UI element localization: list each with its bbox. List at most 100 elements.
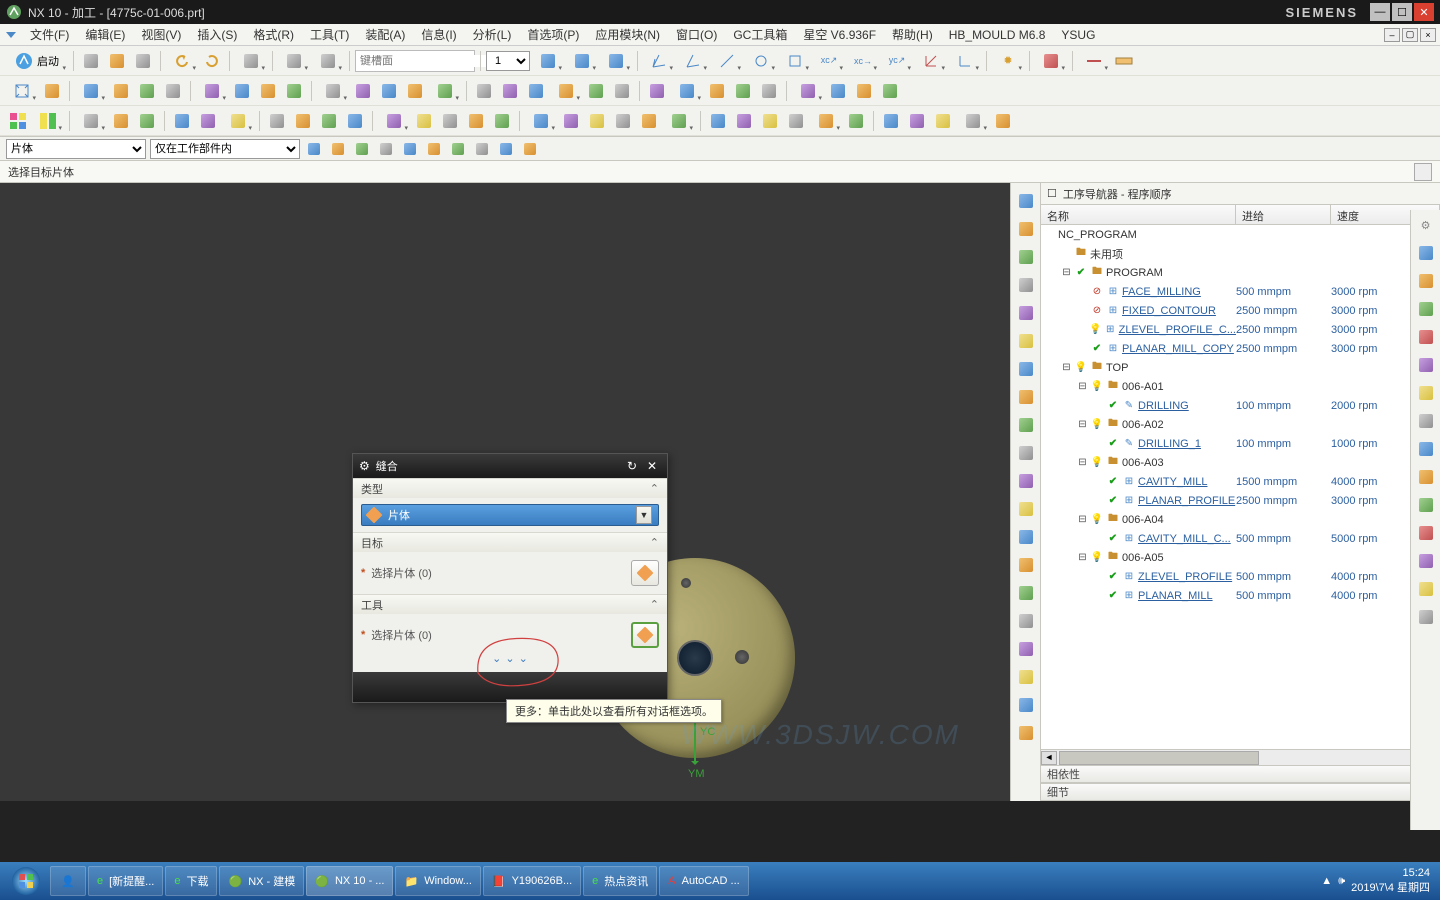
tray-icon[interactable]: 🕪 bbox=[1338, 875, 1345, 888]
tb-feature-22[interactable] bbox=[732, 109, 756, 133]
task-item-7[interactable]: AAutoCAD ... bbox=[659, 866, 748, 896]
fr-btn-7[interactable] bbox=[1413, 436, 1439, 462]
tb-feature-30[interactable] bbox=[957, 109, 989, 133]
resource-btn-0[interactable] bbox=[1014, 189, 1038, 213]
tree-row-15[interactable]: ⊟💡🖿006-A04 bbox=[1041, 510, 1440, 529]
tray-icon[interactable]: ▲ bbox=[1321, 875, 1332, 887]
menu-application[interactable]: 应用模块(N) bbox=[587, 24, 668, 45]
menu-ysug[interactable]: YSUG bbox=[1053, 26, 1103, 44]
fr-btn-11[interactable] bbox=[1413, 548, 1439, 574]
menu-tools[interactable]: 工具(T) bbox=[302, 24, 357, 45]
dlg-section-target[interactable]: 目标 ⌃ bbox=[353, 532, 667, 552]
tb-feature-17[interactable] bbox=[585, 109, 609, 133]
tree-row-18[interactable]: ✔⊞ZLEVEL_PROFILE500 mmpm4000 rpm bbox=[1041, 567, 1440, 586]
tb-wcs-4[interactable] bbox=[745, 49, 777, 73]
tb-solid-10[interactable] bbox=[377, 79, 401, 103]
resource-btn-17[interactable] bbox=[1014, 665, 1038, 689]
tb-solid-18[interactable] bbox=[610, 79, 634, 103]
target-sheet-row[interactable]: * 选择片体 (0) bbox=[361, 558, 659, 588]
dialog-titlebar[interactable]: ⚙ 缝合 ↻ ✕ bbox=[353, 454, 667, 478]
launch-button[interactable]: 启动 bbox=[6, 49, 68, 73]
menu-help[interactable]: 帮助(H) bbox=[884, 24, 941, 45]
tb-new[interactable] bbox=[79, 49, 103, 73]
menu-preferences[interactable]: 首选项(P) bbox=[519, 24, 587, 45]
tree-row-12[interactable]: ⊟💡🖿006-A03 bbox=[1041, 453, 1440, 472]
tb-solid-16[interactable] bbox=[550, 79, 582, 103]
resource-btn-2[interactable] bbox=[1014, 245, 1038, 269]
fr-btn-13[interactable] bbox=[1413, 604, 1439, 630]
tree-row-4[interactable]: ⊘⊞FIXED_CONTOUR2500 mmpm3000 rpm bbox=[1041, 301, 1440, 320]
task-item-1[interactable]: e下载 bbox=[165, 866, 217, 896]
tb-feature-15[interactable] bbox=[525, 109, 557, 133]
tb-layers[interactable] bbox=[532, 49, 564, 73]
tree-row-9[interactable]: ✔✎DRILLING100 mmpm2000 rpm bbox=[1041, 396, 1440, 415]
tb-xc[interactable]: xc↗ bbox=[813, 49, 845, 73]
filter-btn-5[interactable] bbox=[424, 139, 444, 159]
tb-yc[interactable]: yc↗ bbox=[881, 49, 913, 73]
tb-feature-5[interactable] bbox=[222, 109, 254, 133]
tb-feature-24[interactable] bbox=[784, 109, 808, 133]
tb-ruler[interactable] bbox=[1112, 49, 1136, 73]
tree-row-0[interactable]: NC_PROGRAM bbox=[1041, 225, 1440, 244]
tb-feature-8[interactable] bbox=[317, 109, 341, 133]
fr-btn-0[interactable] bbox=[1413, 240, 1439, 266]
tb-solid-21[interactable] bbox=[705, 79, 729, 103]
tb-feature-28[interactable] bbox=[905, 109, 929, 133]
tb-solid-7[interactable] bbox=[282, 79, 306, 103]
task-item-6[interactable]: e热点资讯 bbox=[583, 866, 657, 896]
tree-row-8[interactable]: ⊟💡🖿006-A01 bbox=[1041, 377, 1440, 396]
tool-select-button[interactable] bbox=[631, 622, 659, 648]
prompt-collapse-button[interactable] bbox=[1414, 163, 1432, 181]
resource-btn-8[interactable] bbox=[1014, 413, 1038, 437]
tb-feature-31[interactable] bbox=[991, 109, 1015, 133]
tb-csys-2[interactable] bbox=[949, 49, 981, 73]
tb-solid-19[interactable] bbox=[645, 79, 669, 103]
start-button[interactable] bbox=[4, 864, 48, 898]
col-feed[interactable]: 进给 bbox=[1236, 205, 1331, 224]
resource-btn-16[interactable] bbox=[1014, 637, 1038, 661]
fr-btn-2[interactable] bbox=[1413, 296, 1439, 322]
tb-feature-29[interactable] bbox=[931, 109, 955, 133]
tree-column-headers[interactable]: 名称 进给 速度 bbox=[1041, 205, 1440, 225]
tb-solid-17[interactable] bbox=[584, 79, 608, 103]
tb-feature-16[interactable] bbox=[559, 109, 583, 133]
tb-solid-11[interactable] bbox=[403, 79, 427, 103]
dlg-section-tool[interactable]: 工具 ⌃ bbox=[353, 594, 667, 614]
resource-btn-7[interactable] bbox=[1014, 385, 1038, 409]
dialog-close-button[interactable]: ✕ bbox=[643, 457, 661, 475]
task-item-0[interactable]: e[新提醒... bbox=[88, 866, 163, 896]
resource-btn-18[interactable] bbox=[1014, 693, 1038, 717]
target-select-button[interactable] bbox=[631, 560, 659, 586]
menu-window[interactable]: 窗口(O) bbox=[668, 24, 725, 45]
tb-feature-23[interactable] bbox=[758, 109, 782, 133]
tb-wcs-5[interactable] bbox=[779, 49, 811, 73]
menu-starry[interactable]: 星空 V6.936F bbox=[795, 24, 884, 45]
dialog-reset-button[interactable]: ↻ bbox=[623, 457, 641, 475]
tb-settings[interactable]: ✹ bbox=[992, 49, 1024, 73]
system-tray[interactable]: ▲ 🕪 15:24 2019\7\4 星期四 bbox=[1321, 867, 1436, 895]
tb-feature-20[interactable] bbox=[663, 109, 695, 133]
menu-analysis[interactable]: 分析(L) bbox=[465, 24, 520, 45]
close-button[interactable]: ✕ bbox=[1414, 3, 1434, 21]
tb-solid-9[interactable] bbox=[351, 79, 375, 103]
tb-redo[interactable] bbox=[200, 49, 224, 73]
tb-solid-3[interactable] bbox=[161, 79, 185, 103]
tb-solid-13[interactable] bbox=[472, 79, 496, 103]
tb-undo[interactable] bbox=[166, 49, 198, 73]
tb-csys-1[interactable] bbox=[915, 49, 947, 73]
tb-feature-27[interactable] bbox=[879, 109, 903, 133]
resource-btn-19[interactable] bbox=[1014, 721, 1038, 745]
tb-feature-7[interactable] bbox=[291, 109, 315, 133]
tb-misc-2[interactable] bbox=[312, 49, 344, 73]
tb-xc2[interactable]: xc→ bbox=[847, 49, 879, 73]
resource-btn-6[interactable] bbox=[1014, 357, 1038, 381]
tb-solid-5[interactable] bbox=[230, 79, 254, 103]
minimize-button[interactable]: — bbox=[1370, 3, 1390, 21]
tb-feature-13[interactable] bbox=[464, 109, 488, 133]
resource-btn-10[interactable] bbox=[1014, 469, 1038, 493]
tb-feature-18[interactable] bbox=[611, 109, 635, 133]
zoom-combo[interactable]: 1 bbox=[486, 51, 530, 71]
scope-filter-combo[interactable]: 仅在工作部件内 bbox=[150, 139, 300, 159]
resource-btn-12[interactable] bbox=[1014, 525, 1038, 549]
tb-solid-6[interactable] bbox=[256, 79, 280, 103]
